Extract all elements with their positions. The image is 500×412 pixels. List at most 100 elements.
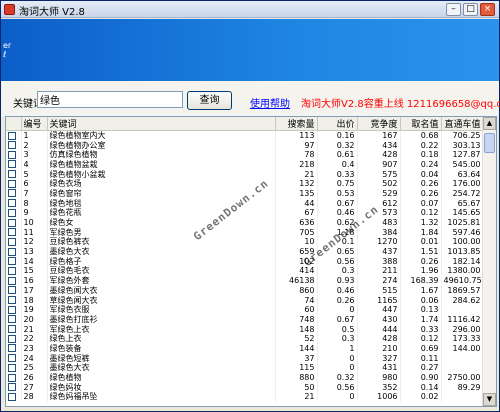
scroll-down-icon[interactable]: ▼: [483, 393, 496, 406]
row-checkbox[interactable]: [6, 140, 22, 150]
row-checkbox[interactable]: [6, 256, 22, 267]
table-row[interactable]: 21 军绿色上衣 148 0.5 444 0.33 296.00: [6, 324, 484, 334]
checkbox-icon[interactable]: [8, 315, 16, 324]
table-row[interactable]: 15 豆绿色毛衣 414 0.3 211 1.96 1380.00: [6, 266, 484, 276]
table-row[interactable]: 22 绿色上衣 52 0.3 428 0.12 173.33: [6, 333, 484, 344]
table-row[interactable]: 24 墨绿色短裤 37 0 327 0.11: [6, 353, 484, 363]
vertical-scrollbar[interactable]: ▲ ▼: [482, 117, 496, 406]
header-name-value[interactable]: 取名值: [400, 117, 442, 131]
checkbox-icon[interactable]: [8, 170, 16, 179]
title-bar[interactable]: 淘词大师 V2.8 – □ ×: [1, 1, 499, 18]
row-checkbox[interactable]: [6, 266, 22, 276]
table-row[interactable]: 26 绿色植物 880 0.32 980 0.90 2750.00: [6, 372, 484, 383]
checkbox-icon[interactable]: [8, 392, 16, 401]
table-row[interactable]: 28 绿色妈福吊坠 21 0 1006 0.02: [6, 392, 484, 402]
header-ztc-value[interactable]: 直通车值: [441, 117, 484, 131]
checkbox-icon[interactable]: [8, 247, 16, 256]
row-checkbox[interactable]: [6, 237, 22, 247]
row-checkbox[interactable]: [6, 333, 22, 344]
table-row[interactable]: 5 绿色植物小盆栽 21 0.33 575 0.04 63.64: [6, 169, 484, 179]
table-row[interactable]: 17 墨绿色闻大衣 860 0.46 515 1.67 1869.57: [6, 285, 484, 296]
query-button[interactable]: 查询: [187, 91, 232, 110]
checkbox-icon[interactable]: [8, 373, 16, 382]
checkbox-icon[interactable]: [8, 141, 16, 150]
table-row[interactable]: 12 豆绿色裤衣 10 0.1 1270 0.01 100.00: [6, 237, 484, 247]
checkbox-icon[interactable]: [8, 344, 16, 353]
minimize-icon[interactable]: –: [446, 3, 461, 16]
checkbox-icon[interactable]: [8, 228, 16, 237]
checkbox-icon[interactable]: [8, 276, 16, 285]
row-checkbox[interactable]: [6, 217, 22, 228]
checkbox-icon[interactable]: [8, 160, 16, 169]
help-link[interactable]: 使用帮助: [250, 95, 290, 110]
row-checkbox[interactable]: [6, 178, 22, 189]
row-checkbox[interactable]: [6, 392, 22, 402]
row-checkbox[interactable]: [6, 382, 22, 393]
row-checkbox[interactable]: [6, 343, 22, 354]
table-row[interactable]: 18 草绿色闻大衣 74 0.26 1165 0.06 284.62: [6, 295, 484, 305]
row-checkbox[interactable]: [6, 363, 22, 373]
checkbox-icon[interactable]: [8, 237, 16, 246]
row-checkbox[interactable]: [6, 304, 22, 315]
table-row[interactable]: 10 绿色女 636 0.62 483 1.32 1025.81: [6, 217, 484, 228]
table-row[interactable]: 3 仿真绿色植物 78 0.61 428 0.18 127.87: [6, 149, 484, 160]
table-row[interactable]: 11 军绿色男 705 1.18 384 1.84 597.46: [6, 227, 484, 238]
row-checkbox[interactable]: [6, 324, 22, 334]
checkbox-icon[interactable]: [8, 363, 16, 372]
table-row[interactable]: 4 绿色植物盆栽 218 0.4 907 0.24 545.00: [6, 159, 484, 170]
checkbox-icon[interactable]: [8, 218, 16, 227]
row-checkbox[interactable]: [6, 353, 22, 363]
checkbox-icon[interactable]: [8, 179, 16, 188]
scroll-thumb[interactable]: [484, 133, 495, 153]
table-row[interactable]: 19 军绿色衣服 60 0 447 0.13: [6, 304, 484, 315]
maximize-icon[interactable]: □: [463, 3, 478, 16]
checkbox-icon[interactable]: [8, 189, 16, 198]
table-row[interactable]: 9 绿色花瓶 67 0.46 573 0.12 145.65: [6, 208, 484, 218]
row-checkbox[interactable]: [6, 188, 22, 199]
row-checkbox[interactable]: [6, 149, 22, 160]
row-checkbox[interactable]: [6, 227, 22, 238]
row-checkbox[interactable]: [6, 295, 22, 305]
table-row[interactable]: 16 军绿色外套 46138 0.93 274 168.39 49610.75: [6, 275, 484, 286]
checkbox-icon[interactable]: [8, 150, 16, 159]
checkbox-icon[interactable]: [8, 286, 16, 295]
scroll-up-icon[interactable]: ▲: [483, 117, 496, 130]
table-row[interactable]: 20 墨绿色打底衫 748 0.67 430 1.74 1116.42: [6, 314, 484, 325]
checkbox-icon[interactable]: [8, 199, 16, 208]
checkbox-icon[interactable]: [8, 296, 16, 305]
header-id[interactable]: 编号: [21, 117, 48, 131]
checkbox-icon[interactable]: [8, 383, 16, 392]
row-checkbox[interactable]: [6, 372, 22, 383]
row-checkbox[interactable]: [6, 130, 22, 141]
header-search-volume[interactable]: 搜索量: [275, 117, 318, 131]
row-checkbox[interactable]: [6, 198, 22, 208]
row-checkbox[interactable]: [6, 285, 22, 296]
row-checkbox[interactable]: [6, 246, 22, 257]
row-checkbox[interactable]: [6, 159, 22, 170]
table-row[interactable]: 1 绿色植物室内大 113 0.16 167 0.68 706.25: [6, 130, 484, 141]
row-checkbox[interactable]: [6, 169, 22, 179]
header-keyword[interactable]: 关键词: [47, 117, 276, 131]
checkbox-icon[interactable]: [8, 131, 16, 140]
header-competition[interactable]: 竞争度: [357, 117, 401, 131]
table-row[interactable]: 2 绿色植物办公室 97 0.32 434 0.22 303.13: [6, 140, 484, 150]
table-row[interactable]: 27 绿色妈妆 50 0.56 352 0.14 89.29: [6, 382, 484, 393]
checkbox-icon[interactable]: [8, 334, 16, 343]
table-row[interactable]: 25 墨绿色大衣 115 0 431 0.27: [6, 363, 484, 373]
table-row[interactable]: 13 墨绿色大衣 659 0.65 437 1.51 1013.85: [6, 246, 484, 257]
checkbox-icon[interactable]: [8, 305, 16, 314]
table-row[interactable]: 6 绿色衣场 132 0.75 502 0.26 176.00: [6, 178, 484, 189]
checkbox-icon[interactable]: [8, 325, 16, 334]
row-checkbox[interactable]: [6, 314, 22, 325]
keyword-input[interactable]: [37, 91, 183, 108]
table-row[interactable]: 14 绿色格子 102 0.56 388 0.26 182.14: [6, 256, 484, 267]
checkbox-icon[interactable]: [8, 257, 16, 266]
checkbox-icon[interactable]: [8, 354, 16, 363]
header-bid[interactable]: 出价: [317, 117, 358, 131]
checkbox-icon[interactable]: [8, 266, 16, 275]
row-checkbox[interactable]: [6, 275, 22, 286]
row-checkbox[interactable]: [6, 208, 22, 218]
table-row[interactable]: 23 绿色装备 144 1 210 0.69 144.00: [6, 343, 484, 354]
close-icon[interactable]: ×: [480, 3, 495, 16]
checkbox-icon[interactable]: [8, 208, 16, 217]
